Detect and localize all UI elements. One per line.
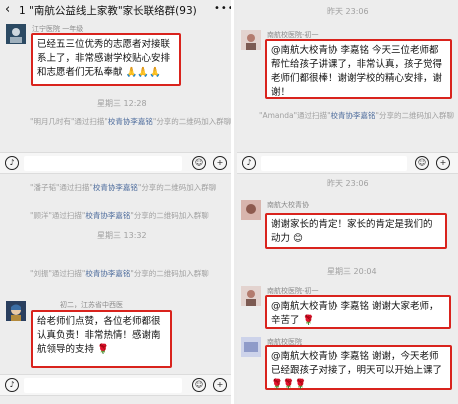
chat-header: ‹ 1 "南航公益线上家教"家长联络群(93) •••: [0, 0, 231, 20]
system-text: 通过扫描: [51, 269, 82, 278]
timestamp: 星期三 20:04: [327, 267, 377, 276]
message-bubble[interactable]: 给老师们点赞，各位老师都很认真负责！非常热情！感谢南航领导的支持 🌹: [31, 310, 172, 368]
system-text: 分享的二维码加入群聊: [133, 211, 209, 220]
system-text: 通过扫描: [74, 117, 105, 126]
message-bubble[interactable]: 谢谢家长的肯定！家长的肯定是我们的动力 😊: [265, 213, 447, 249]
system-text: 分享的二维码加入群聊: [133, 269, 209, 278]
chat-input-bar: ♪ ☺ +: [0, 152, 231, 174]
timestamp: 星期三 12:28: [97, 99, 147, 108]
emoji-icon[interactable]: ☺: [192, 156, 206, 170]
avatar-image: [6, 24, 26, 44]
system-message: "潘子韬"通过扫描"校青协李嘉铭"分享的二维码加入群聊: [30, 183, 217, 192]
inviter-link[interactable]: 校青协李嘉铭: [85, 269, 130, 278]
system-text: 通过扫描: [297, 111, 328, 120]
avatar-image: [241, 286, 261, 306]
message-bubble[interactable]: 已经五三位优秀的志愿者对接联系上了，非常感谢学校贴心安排和志愿者们无私奉献 🙏🙏…: [31, 33, 181, 86]
system-message: "顾洋"通过扫描"校青协李嘉铭"分享的二维码加入群聊: [30, 211, 209, 220]
message-bubble[interactable]: @南航大校青协 李嘉铭 今天三位老师都帮忙给孩子讲课了，非常认真，孩子觉得老师们…: [265, 39, 452, 99]
message-input[interactable]: [261, 156, 407, 171]
system-text: 分享的二维码加入群聊: [156, 117, 232, 126]
avatar[interactable]: [241, 200, 261, 220]
avatar[interactable]: [6, 24, 26, 44]
system-message: "Amanda"通过扫描"校青协李嘉铭"分享的二维码加入群聊: [259, 111, 454, 120]
emoji-icon[interactable]: ☺: [192, 378, 206, 392]
member-name: 明月几时有: [33, 117, 71, 126]
avatar[interactable]: [6, 301, 26, 321]
chat-input-bar: ♪ ☺ +: [237, 152, 458, 174]
member-name: 刘振: [33, 269, 49, 278]
emoji-icon[interactable]: ☺: [415, 156, 429, 170]
inviter-link[interactable]: 校青协李嘉铭: [93, 183, 138, 192]
system-text: 分享的二维码加入群聊: [378, 111, 454, 120]
avatar-image: [241, 30, 261, 50]
avatar-image: [241, 200, 261, 220]
message-sender: 初二，江苏省中西医: [60, 301, 123, 309]
message-bubble[interactable]: @南航大校青协 李嘉铭 谢谢，今天老师已经跟孩子对接了，明天可以开始上课了 🌹🌹…: [265, 345, 452, 390]
avatar[interactable]: [241, 30, 261, 50]
system-message: "明月几时有"通过扫描"校青协李嘉铭"分享的二维码加入群聊: [30, 117, 232, 126]
inviter-link[interactable]: 校青协李嘉铭: [331, 111, 376, 120]
group-title: 1 "南航公益线上家教"家长联络群(93): [19, 5, 197, 17]
system-message: "刘振"通过扫描"校青协李嘉铭"分享的二维码加入群聊: [30, 269, 209, 278]
more-icon[interactable]: •••: [214, 3, 231, 14]
voice-icon[interactable]: ♪: [5, 156, 19, 170]
timestamp: 星期三 13:32: [97, 231, 147, 240]
right-chat-panel: 昨天 23:06 南航校医院-初一 @南航大校青协 李嘉铭 今天三位老师都帮忙给…: [237, 0, 458, 404]
avatar-image: [6, 301, 26, 321]
message-input[interactable]: [24, 156, 182, 171]
plus-icon[interactable]: +: [213, 156, 227, 170]
plus-icon[interactable]: +: [436, 156, 450, 170]
inviter-link[interactable]: 校青协李嘉铭: [85, 211, 130, 220]
chat-input-bar: ♪ ☺ +: [0, 374, 231, 396]
timestamp: 昨天 23:06: [327, 7, 369, 16]
message-sender: 南航大校青协: [267, 201, 309, 209]
member-name: 潘子韬: [33, 183, 56, 192]
inviter-link[interactable]: 校青协李嘉铭: [108, 117, 153, 126]
member-name: Amanda: [262, 111, 294, 120]
avatar-image: [241, 337, 261, 357]
system-text: 通过扫描: [59, 183, 90, 192]
member-name: 顾洋: [33, 211, 49, 220]
avatar[interactable]: [241, 337, 261, 357]
system-text: 通过扫描: [51, 211, 82, 220]
voice-icon[interactable]: ♪: [5, 378, 19, 392]
voice-icon[interactable]: ♪: [242, 156, 256, 170]
plus-icon[interactable]: +: [213, 378, 227, 392]
left-chat-panel: ‹ 1 "南航公益线上家教"家长联络群(93) ••• 江宁医院 一年级 已经五…: [0, 0, 234, 404]
chevron-left-icon[interactable]: ‹: [5, 2, 10, 17]
timestamp: 昨天 23:06: [327, 179, 369, 188]
system-text: 分享的二维码加入群聊: [141, 183, 217, 192]
message-bubble[interactable]: @南航大校青协 李嘉铭 谢谢大家老师，辛苦了 🌹: [265, 295, 451, 329]
message-input[interactable]: [24, 378, 182, 393]
avatar[interactable]: [241, 286, 261, 306]
